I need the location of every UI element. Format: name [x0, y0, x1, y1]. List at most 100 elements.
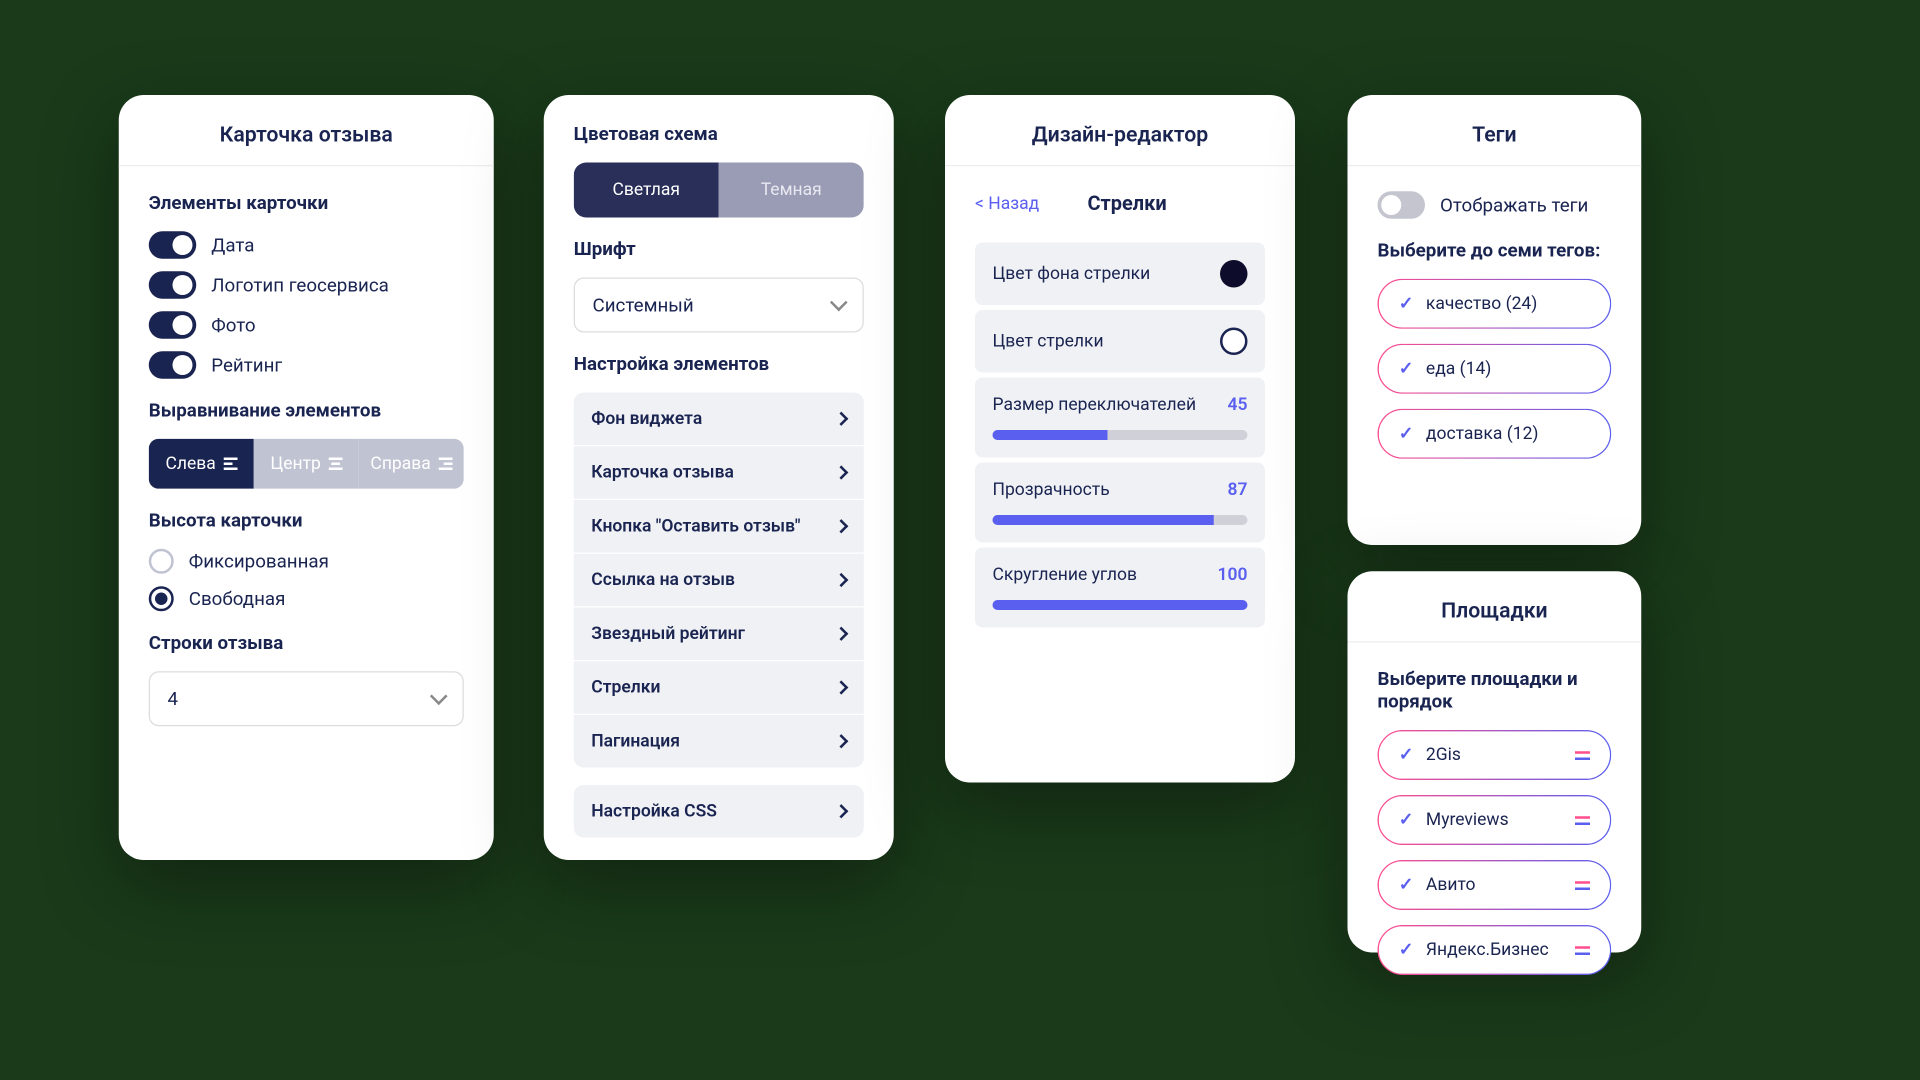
height-header: Высота карточки — [149, 509, 464, 532]
toggle-label: Логотип геосервиса — [211, 274, 389, 297]
align-right-icon — [438, 458, 452, 471]
align-center-button[interactable]: Центр — [254, 439, 359, 489]
option-opacity: Прозрачность87 — [975, 463, 1265, 543]
option-label: Прозрачность — [993, 480, 1110, 500]
select-value: 4 — [168, 688, 179, 711]
check-icon: ✓ — [1399, 359, 1414, 379]
tag-chip[interactable]: ✓ качество (24) — [1378, 279, 1612, 329]
platform-chip[interactable]: ✓2Gis — [1378, 730, 1612, 780]
nav-label: Фон виджета — [591, 409, 702, 429]
chip-label: Авито — [1426, 875, 1476, 895]
align-label: Слева — [165, 454, 215, 474]
toggle-show-tags[interactable] — [1378, 191, 1426, 219]
tag-chip[interactable]: ✓ доставка (12) — [1378, 409, 1612, 459]
divider — [119, 165, 494, 166]
chip-label: доставка (12) — [1426, 424, 1539, 444]
color-swatch-icon — [1220, 328, 1248, 356]
radio-free[interactable] — [149, 586, 174, 611]
lines-header: Строки отзыва — [149, 631, 464, 654]
panel-title: Карточка отзыва — [149, 123, 464, 148]
check-icon: ✓ — [1399, 745, 1414, 765]
panel-title: Дизайн-редактор — [975, 123, 1265, 148]
option-arrow-color[interactable]: Цвет стрелки — [975, 310, 1265, 373]
align-left-icon — [223, 458, 237, 471]
font-select[interactable]: Системный — [574, 278, 864, 333]
sub-title: Стрелки — [989, 191, 1265, 215]
slider-opacity[interactable] — [993, 515, 1248, 525]
toggle-row: Рейтинг — [149, 351, 464, 379]
platforms-panel: Площадки Выберите площадки и порядок ✓2G… — [1348, 571, 1642, 952]
drag-handle-icon[interactable] — [1575, 816, 1590, 825]
slider-fill — [993, 600, 1248, 610]
nav-item[interactable]: Кнопка "Оставить отзыв" — [574, 500, 864, 554]
drag-handle-icon[interactable] — [1575, 751, 1590, 760]
nav-label: Звездный рейтинг — [591, 624, 745, 644]
radio-label: Фиксированная — [189, 550, 329, 573]
nav-item[interactable]: Звездный рейтинг — [574, 608, 864, 662]
slider-fill — [993, 515, 1215, 525]
toggle-date[interactable] — [149, 231, 197, 259]
slider-size[interactable] — [993, 430, 1248, 440]
nav-header: Настройка элементов — [574, 353, 864, 376]
panel-title: Теги — [1378, 123, 1612, 148]
check-icon: ✓ — [1399, 424, 1414, 444]
nav-list: Фон виджета Карточка отзыва Кнопка "Оста… — [574, 393, 864, 768]
toggle-logo[interactable] — [149, 271, 197, 299]
sub-header: < Назад Стрелки — [975, 191, 1265, 215]
nav-item[interactable]: Стрелки — [574, 661, 864, 715]
toggle-label: Рейтинг — [211, 354, 282, 377]
nav-label: Пагинация — [591, 731, 680, 751]
font-header: Шрифт — [574, 238, 864, 261]
panel-title: Площадки — [1378, 599, 1612, 624]
drag-handle-icon[interactable] — [1575, 881, 1590, 890]
color-scheme-panel: Цветовая схема Светлая Темная Шрифт Сист… — [544, 95, 894, 860]
radio-row[interactable]: Свободная — [149, 586, 464, 611]
check-icon: ✓ — [1399, 294, 1414, 314]
toggle-label: Фото — [211, 314, 255, 337]
chevron-right-icon — [834, 412, 848, 426]
scheme-light-button[interactable]: Светлая — [574, 163, 719, 218]
toggle-rating[interactable] — [149, 351, 197, 379]
tag-chip[interactable]: ✓еда (14) — [1378, 344, 1612, 394]
toggle-row: Отображать теги — [1378, 191, 1612, 219]
align-center-icon — [328, 458, 342, 471]
lines-select[interactable]: 4 — [149, 671, 464, 726]
slider-fill — [993, 430, 1108, 440]
platform-chip[interactable]: ✓Myreviews — [1378, 795, 1612, 845]
option-size: Размер переключателей45 — [975, 378, 1265, 458]
toggle-photo[interactable] — [149, 311, 197, 339]
nav-item-css[interactable]: Настройка CSS — [574, 785, 864, 838]
platform-chip[interactable]: ✓Яндекс.Бизнес — [1378, 925, 1612, 975]
design-editor-panel: Дизайн-редактор < Назад Стрелки Цвет фон… — [945, 95, 1295, 783]
scheme-dark-button[interactable]: Темная — [719, 163, 864, 218]
radio-label: Свободная — [189, 588, 286, 611]
slider-radius[interactable] — [993, 600, 1248, 610]
chevron-right-icon — [834, 519, 848, 533]
align-left-button[interactable]: Слева — [149, 439, 254, 489]
chip-label: Яндекс.Бизнес — [1426, 940, 1549, 960]
platform-list: ✓2Gis ✓Myreviews ✓Авито ✓Яндекс.Бизнес — [1378, 730, 1612, 975]
nav-item[interactable]: Фон виджета — [574, 393, 864, 447]
nav-label: Ссылка на отзыв — [591, 570, 735, 590]
chip-label: качество (24) — [1426, 294, 1537, 314]
align-header: Выравнивание элементов — [149, 399, 464, 422]
chip-label: Myreviews — [1426, 810, 1509, 830]
divider — [1348, 641, 1642, 642]
chevron-right-icon — [834, 627, 848, 641]
check-icon: ✓ — [1399, 875, 1414, 895]
align-right-button[interactable]: Справа — [359, 439, 464, 489]
radio-row[interactable]: Фиксированная — [149, 549, 464, 574]
align-label: Центр — [270, 454, 320, 474]
select-value: Системный — [593, 294, 694, 317]
chevron-right-icon — [834, 734, 848, 748]
nav-item[interactable]: Карточка отзыва — [574, 446, 864, 500]
radio-fixed[interactable] — [149, 549, 174, 574]
nav-item[interactable]: Ссылка на отзыв — [574, 554, 864, 608]
option-value: 45 — [1228, 395, 1248, 415]
option-arrow-bg[interactable]: Цвет фона стрелки — [975, 243, 1265, 306]
option-label: Цвет фона стрелки — [993, 264, 1151, 284]
drag-handle-icon[interactable] — [1575, 946, 1590, 955]
nav-label: Кнопка "Оставить отзыв" — [591, 516, 800, 536]
nav-item[interactable]: Пагинация — [574, 715, 864, 768]
platform-chip[interactable]: ✓ Авито — [1378, 860, 1612, 910]
